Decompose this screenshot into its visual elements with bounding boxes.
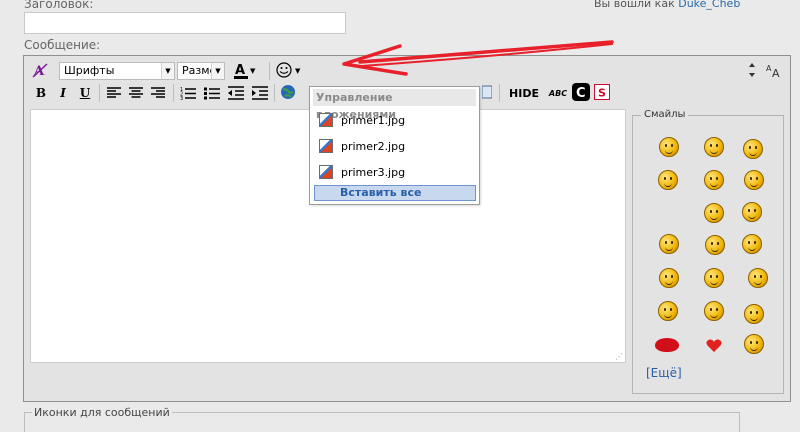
align-left-icon[interactable]: [105, 84, 123, 102]
smile-icon[interactable]: [704, 170, 724, 190]
font-size-select[interactable]: Разме ▼: [177, 62, 225, 80]
remove-format-icon[interactable]: A: [31, 61, 49, 79]
smile-icon[interactable]: [705, 235, 725, 255]
chevron-down-icon: ▼: [161, 63, 174, 79]
resize-arrows-icon[interactable]: [747, 61, 757, 79]
heart-icon[interactable]: [706, 339, 722, 353]
media-icon[interactable]: [481, 83, 493, 101]
smiles-title: Смайлы: [641, 109, 689, 120]
kiss-lips-icon[interactable]: [655, 338, 679, 352]
smile-icon[interactable]: [704, 268, 724, 288]
ordered-list-icon[interactable]: 123: [179, 84, 197, 102]
attachments-dropdown: Управление вложениями primer1.jpg primer…: [309, 86, 480, 205]
spoiler-icon[interactable]: S: [593, 83, 611, 101]
image-file-icon: [319, 113, 333, 127]
smile-icon[interactable]: [704, 301, 724, 321]
title-label: Заголовок:: [24, 0, 94, 11]
attachment-item-label: primer2.jpg: [341, 139, 406, 153]
svg-text:A: A: [772, 67, 780, 79]
smile-icon[interactable]: [743, 139, 763, 159]
svg-text:C: C: [576, 86, 586, 101]
image-file-icon: [319, 165, 333, 179]
attachments-dropdown-title: Управление вложениями: [313, 89, 476, 121]
smile-icon[interactable]: [704, 203, 724, 223]
more-smiles-link[interactable]: [Ещё]: [646, 366, 682, 380]
attachment-item[interactable]: primer3.jpg: [313, 161, 476, 183]
bold-button[interactable]: B: [33, 84, 49, 102]
title-input[interactable]: [24, 12, 346, 34]
spellcheck-button[interactable]: ABC: [547, 84, 569, 102]
chevron-down-icon: ▼: [211, 63, 224, 79]
svg-text:S: S: [598, 87, 606, 100]
smile-icon[interactable]: [658, 301, 678, 321]
smile-icon[interactable]: [744, 304, 764, 324]
smiley-button[interactable]: ▼: [275, 61, 303, 79]
attachment-item[interactable]: primer1.jpg: [313, 109, 476, 131]
attachment-item[interactable]: primer2.jpg: [313, 135, 476, 157]
underline-button[interactable]: U: [77, 84, 93, 102]
toolbar-separator: [173, 84, 174, 102]
smile-icon[interactable]: [748, 268, 768, 288]
font-family-value: Шрифты: [64, 64, 115, 77]
resize-grip-icon[interactable]: ⋰: [615, 352, 623, 361]
smile-icon[interactable]: [742, 202, 762, 222]
indent-icon[interactable]: [251, 84, 269, 102]
smile-icon[interactable]: [659, 137, 679, 157]
smile-icon[interactable]: [659, 268, 679, 288]
image-file-icon: [319, 139, 333, 153]
italic-button[interactable]: I: [55, 84, 71, 102]
copyright-icon[interactable]: C: [571, 83, 591, 101]
svg-text:▼: ▼: [295, 67, 301, 75]
unordered-list-icon[interactable]: [203, 84, 221, 102]
svg-text:3: 3: [180, 96, 183, 100]
svg-text:▼: ▼: [250, 67, 256, 75]
attachment-item-label: primer3.jpg: [341, 165, 406, 179]
smile-icon[interactable]: [704, 137, 724, 157]
align-center-icon[interactable]: [127, 84, 145, 102]
smile-icon[interactable]: [744, 334, 764, 354]
toolbar-separator: [499, 84, 500, 102]
red-arrow-annotation: [342, 40, 614, 76]
outdent-icon[interactable]: [227, 84, 245, 102]
svg-text:A: A: [235, 63, 245, 78]
smile-icon[interactable]: [659, 234, 679, 254]
message-label: Сообщение:: [24, 38, 101, 52]
smile-icon[interactable]: [658, 170, 678, 190]
logged-prefix: Вы вошли как: [594, 0, 675, 10]
attachment-item-label: primer1.jpg: [341, 113, 406, 127]
smile-icon[interactable]: [742, 234, 762, 254]
insert-all-button[interactable]: Вставить все: [314, 185, 476, 201]
username-link[interactable]: Duke_Cheb: [678, 0, 740, 10]
font-size-toggle-icon[interactable]: AA: [765, 61, 783, 79]
icons-fieldset-legend: Иконки для сообщений: [32, 406, 172, 419]
toolbar-separator: [99, 84, 100, 102]
hide-button[interactable]: HIDE: [509, 84, 539, 102]
toolbar-separator: [274, 84, 275, 102]
text-color-button[interactable]: A ▼: [233, 61, 257, 79]
align-right-icon[interactable]: [149, 84, 167, 102]
smile-icon[interactable]: [744, 170, 764, 190]
toolbar-separator: [269, 62, 270, 80]
logged-in-text: Вы вошли как Duke_Cheb: [594, 0, 740, 10]
globe-link-icon[interactable]: [279, 83, 297, 101]
font-family-select[interactable]: Шрифты ▼: [59, 62, 175, 80]
